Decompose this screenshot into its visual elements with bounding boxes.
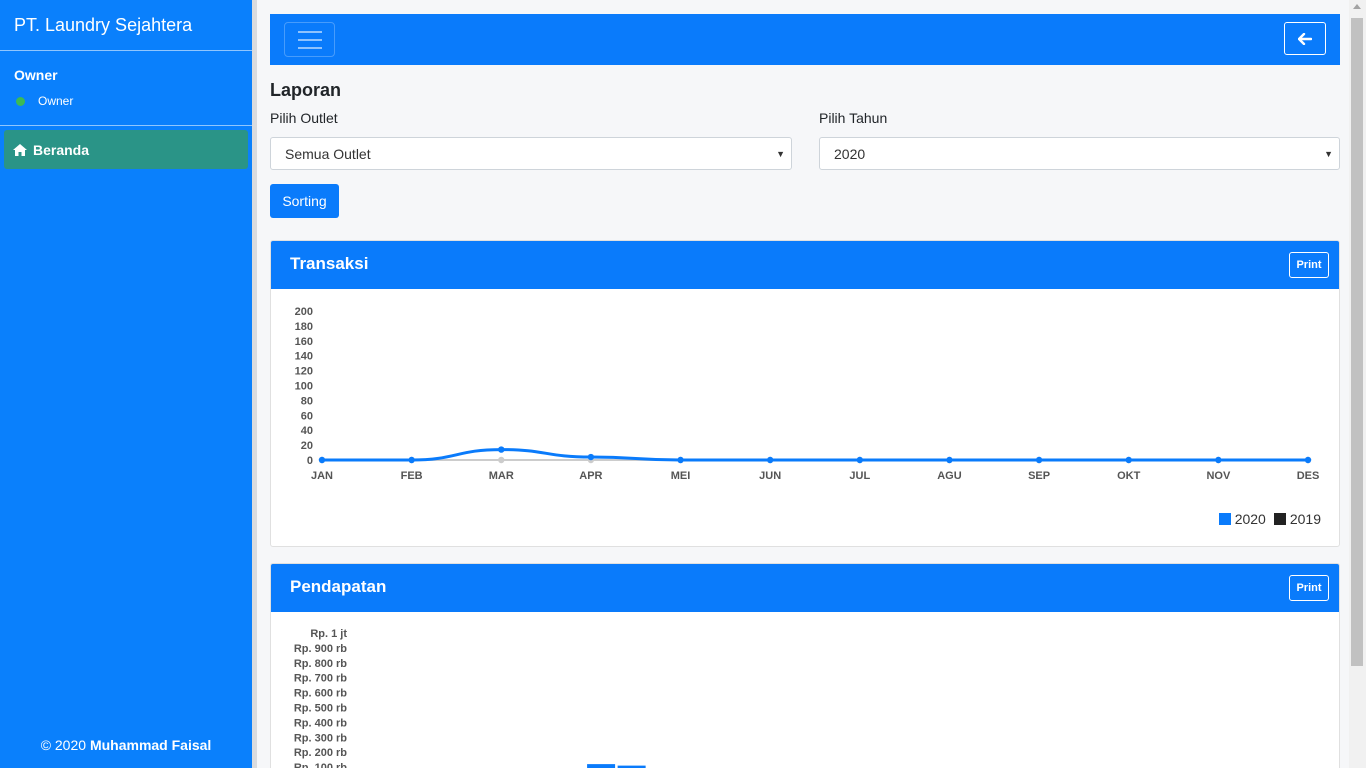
data-point-2020 — [1215, 456, 1222, 464]
y-tick-label: Rp. 800 rb — [294, 658, 347, 670]
x-tick-label: JAN — [311, 470, 333, 482]
legend-swatch — [1273, 513, 1286, 525]
data-point-2020 — [946, 456, 953, 464]
y-tick-label: 200 — [295, 306, 313, 318]
transaksi-line-chart: 200180160140120100806040200JAN FEB MAR APR M… — [295, 306, 1320, 482]
transaksi-card-header: Transaksi Print — [271, 241, 1339, 289]
year-select-value: 2020 — [834, 146, 866, 162]
x-tick-label: APR — [579, 470, 602, 482]
data-point-2020 — [498, 446, 505, 453]
y-tick-label: Rp. 200 rb — [294, 747, 347, 759]
y-tick-label: Rp. 100 rb — [294, 762, 347, 768]
legend-label: 2020 — [1234, 511, 1266, 527]
topbar — [270, 14, 1340, 65]
data-point-2020 — [766, 456, 774, 464]
user-role: Owner — [14, 94, 252, 108]
y-tick-label: 80 — [301, 395, 313, 407]
footer-copyright: © 2020 — [40, 737, 90, 753]
transaksi-title: Transaksi — [290, 254, 369, 273]
data-point-2020 — [318, 456, 326, 464]
y-tick-label: 140 — [295, 351, 313, 363]
data-point-2020 — [408, 456, 415, 464]
y-tick-label: 120 — [295, 366, 313, 378]
back-button[interactable] — [1284, 22, 1326, 55]
data-point-2020 — [1125, 456, 1132, 464]
x-tick-label: DES — [1297, 470, 1320, 482]
user-panel: Owner Owner — [0, 51, 252, 126]
y-tick-label: Rp. 600 rb — [294, 688, 347, 700]
transaksi-card: Transaksi Print 200 180 160 140 120 100 80 60 40… — [270, 240, 1340, 547]
chevron-down-icon: ▼ — [776, 149, 785, 159]
x-tick-label: SEP — [1028, 470, 1050, 482]
bar-MAR — [587, 764, 616, 768]
sorting-button[interactable]: Sorting — [270, 184, 339, 218]
y-tick-label: 100 — [295, 381, 313, 393]
data-point-2020 — [1304, 456, 1312, 464]
y-tick-label: 160 — [295, 336, 313, 348]
legend-swatch — [1218, 513, 1231, 525]
transaksi-legend: 2020 2019 — [1218, 511, 1321, 527]
x-tick-label: OKT — [1117, 470, 1141, 482]
sidebar: PT. Laundry Sejahtera Owner Owner Berand… — [0, 0, 252, 768]
sidebar-divider — [252, 0, 257, 768]
x-tick-label: MEI — [671, 470, 691, 482]
y-tick-label: Rp. 400 rb — [294, 717, 347, 729]
data-point-2020 — [856, 456, 864, 464]
arrow-left-icon — [1298, 32, 1312, 45]
y-tick-label: Rp. 500 rb — [294, 703, 347, 715]
y-tick-label: 180 — [295, 321, 313, 333]
menu-toggle-button[interactable] — [284, 22, 335, 57]
legend-item-2020[interactable]: 2020 — [1218, 511, 1266, 527]
y-tick-label: Rp. 700 rb — [294, 673, 347, 685]
x-tick-label: JUL — [849, 470, 870, 482]
y-tick-label: Rp. 1 jt — [310, 628, 347, 640]
year-select[interactable]: 2020 ▼ — [819, 137, 1340, 170]
scroll-up-icon[interactable] — [1353, 4, 1361, 9]
sidebar-footer: © 2020 Muhammad Faisal — [0, 737, 252, 753]
outlet-label: Pilih Outlet — [270, 110, 338, 126]
data-point-2020 — [1035, 456, 1043, 464]
home-icon — [13, 143, 27, 156]
sidebar-item-label: Beranda — [33, 141, 90, 158]
pendapatan-bar-chart: Rp. 1 jt Rp. 900 rb Rp. 800 rb Rp. 700 rb Rp… — [294, 628, 646, 768]
chevron-down-icon: ▼ — [1324, 149, 1333, 159]
user-role-label: Owner — [38, 94, 74, 108]
x-tick-label: JUN — [759, 470, 781, 482]
outlet-select-value: Semua Outlet — [285, 146, 371, 162]
online-status-icon — [16, 96, 25, 106]
pendapatan-card-header: Pendapatan Print — [271, 564, 1339, 612]
series-line-2020 — [321, 448, 1308, 462]
y-tick-label: 40 — [301, 425, 313, 437]
sidebar-item-beranda[interactable]: Beranda — [4, 130, 248, 169]
x-tick-label: AGU — [937, 470, 962, 482]
x-tick-label: NOV — [1206, 470, 1231, 482]
outlet-select[interactable]: Semua Outlet ▼ — [270, 137, 792, 170]
page-scrollbar[interactable] — [1349, 0, 1366, 768]
data-point-2019 — [498, 456, 505, 464]
y-tick-label: Rp. 900 rb — [294, 643, 347, 655]
print-pendapatan-button[interactable]: Print — [1289, 575, 1329, 601]
legend-label: 2019 — [1289, 511, 1321, 527]
pendapatan-card: Pendapatan Print Rp. 1 jt Rp. 900 rb Rp. 8… — [270, 563, 1340, 768]
brand-title[interactable]: PT. Laundry Sejahtera — [0, 0, 252, 51]
legend-item-2019[interactable]: 2019 — [1273, 511, 1321, 527]
y-tick-label: 20 — [301, 440, 313, 452]
pendapatan-title: Pendapatan — [290, 577, 387, 596]
x-tick-label: FEB — [401, 470, 423, 482]
y-tick-label: 60 — [301, 410, 313, 422]
user-name: Owner — [14, 67, 58, 83]
footer-author: Muhammad Faisal — [89, 737, 212, 753]
year-label: Pilih Tahun — [819, 110, 888, 126]
data-point-2020 — [587, 453, 595, 461]
scrollbar-thumb[interactable] — [1351, 18, 1363, 666]
y-tick-label: Rp. 300 rb — [294, 732, 347, 744]
print-transaksi-button[interactable]: Print — [1289, 252, 1329, 278]
x-tick-label: MAR — [489, 470, 514, 482]
data-point-2020 — [677, 456, 684, 464]
page-title: Laporan — [270, 80, 342, 100]
y-tick-label: 0 — [307, 455, 313, 467]
